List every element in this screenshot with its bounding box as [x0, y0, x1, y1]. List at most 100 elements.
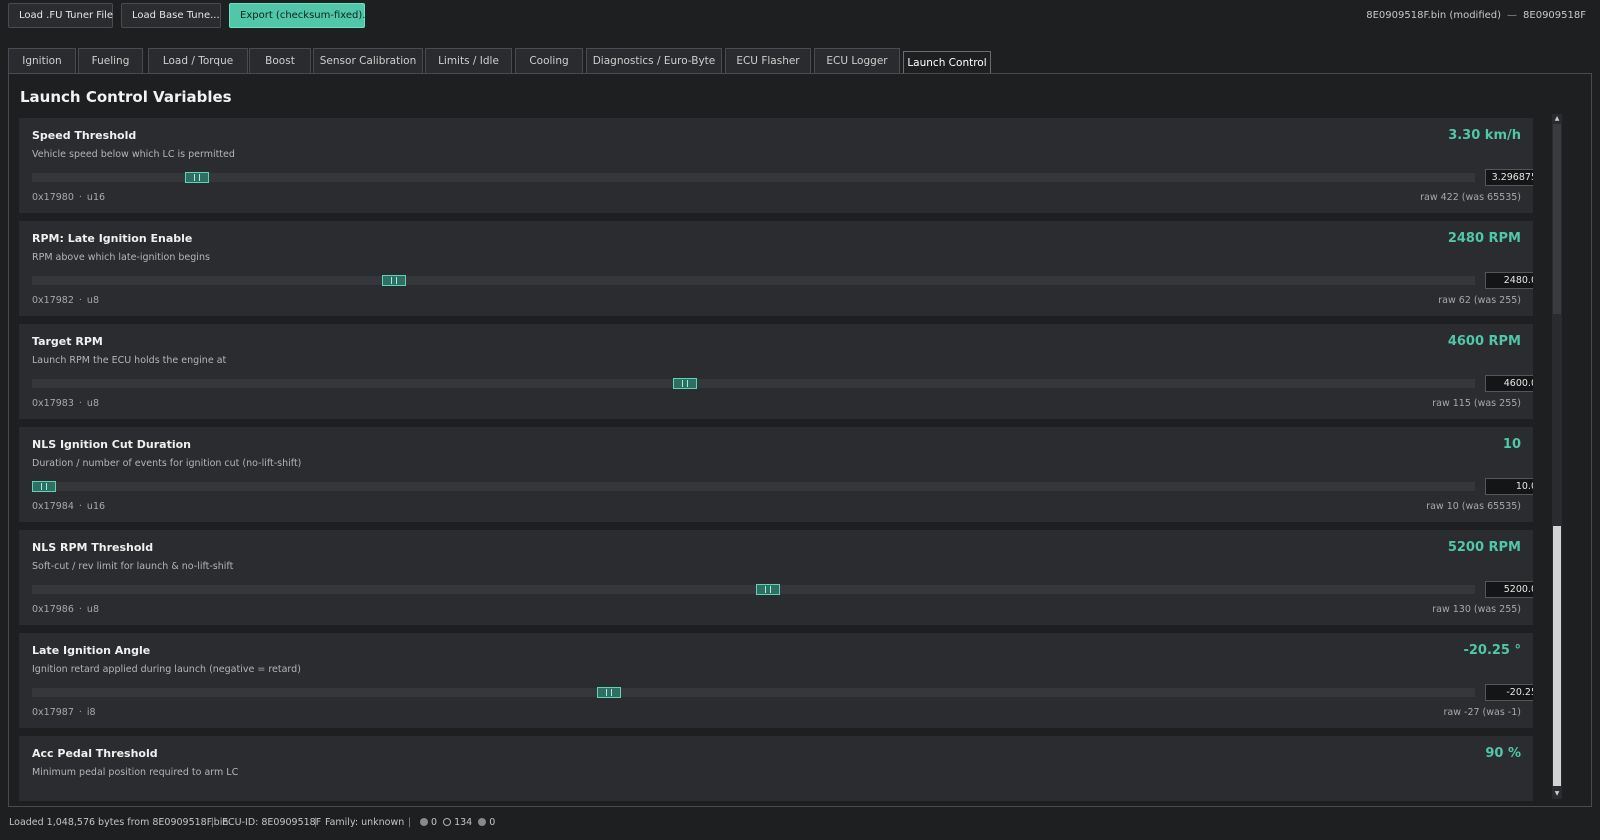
- slider-thumb[interactable]: [185, 172, 209, 183]
- address-value: 0x17980: [32, 192, 74, 203]
- variable-slider[interactable]: [32, 481, 1475, 492]
- tab-ecu-logger[interactable]: ECU Logger: [814, 48, 900, 74]
- variable-raw: raw 62 (was 255): [1438, 295, 1521, 306]
- tab-boost[interactable]: Boost: [249, 48, 311, 74]
- tab-cooling[interactable]: Cooling: [515, 48, 583, 74]
- variable-description: Soft-cut / rev limit for launch & no-lif…: [32, 561, 234, 572]
- status-ring-icon: [443, 818, 452, 826]
- variable-raw: raw 422 (was 65535): [1420, 192, 1521, 203]
- scroll-up-icon[interactable]: ▲: [1552, 114, 1562, 124]
- tab-ignition[interactable]: Ignition: [8, 48, 76, 74]
- variable-slider[interactable]: [32, 584, 1475, 595]
- status-separator: |: [408, 817, 412, 828]
- variable-title: Target RPM: [32, 335, 103, 348]
- variable-input[interactable]: [1486, 479, 1533, 494]
- variable-input[interactable]: [1486, 376, 1533, 391]
- slider-thumb[interactable]: [673, 378, 697, 389]
- variable-title: Acc Pedal Threshold: [32, 747, 158, 760]
- tab-load-torque[interactable]: Load / Torque: [148, 48, 248, 74]
- status-dot-icon: [478, 818, 487, 826]
- scrollbar-thumb[interactable]: [1553, 526, 1561, 786]
- variable-value: 90 %: [1485, 746, 1521, 761]
- tab-bar: Ignition Fueling Load / Torque Boost Sen…: [8, 46, 1592, 74]
- scroll-down-icon[interactable]: ▼: [1552, 789, 1562, 799]
- variable-address: 0x17984 · u16: [32, 501, 105, 512]
- variable-value: 2480 RPM: [1447, 231, 1521, 246]
- variable-address: 0x17980 · u16: [32, 192, 105, 203]
- variable-slider[interactable]: [32, 378, 1475, 389]
- address-value: 0x17984: [32, 501, 74, 512]
- variable-slider[interactable]: [32, 172, 1475, 183]
- variable-card-nls-rpm-threshold: NLS RPM Threshold Soft-cut / rev limit f…: [19, 530, 1533, 625]
- variable-description: Ignition retard applied during launch (n…: [32, 664, 301, 675]
- variable-title: Late Ignition Angle: [32, 644, 151, 657]
- window-file-title: 8E0909518F.bin (modified) — 8E0909518F: [1366, 10, 1586, 21]
- load-base-tune-button[interactable]: Load Base Tune...: [121, 3, 221, 28]
- type-value: u16: [86, 501, 106, 512]
- address-value: 0x17983: [32, 398, 74, 409]
- variable-value: 10: [1502, 437, 1521, 452]
- variable-spinbox: ▲ ▼: [1485, 581, 1533, 598]
- variable-raw: raw 10 (was 65535): [1426, 501, 1521, 512]
- variable-description: Minimum pedal position required to arm L…: [32, 767, 239, 778]
- variable-card-target-rpm: Target RPM Launch RPM the ECU holds the …: [19, 324, 1533, 419]
- slider-thumb[interactable]: [32, 481, 56, 492]
- variable-raw: raw -27 (was -1): [1443, 707, 1522, 718]
- variable-card-speed-threshold: Speed Threshold Vehicle speed below whic…: [19, 118, 1533, 213]
- tab-ecu-flasher[interactable]: ECU Flasher: [725, 48, 811, 74]
- scrollbar-track-upper[interactable]: [1553, 124, 1561, 314]
- status-loaded: Loaded 1,048,576 bytes from 8E0909518F.b…: [9, 817, 229, 828]
- type-value: u8: [86, 295, 99, 306]
- address-value: 0x17987: [32, 707, 74, 718]
- variable-input[interactable]: [1486, 273, 1533, 288]
- ecu-name: 8E0909518F: [1523, 10, 1586, 21]
- variable-slider[interactable]: [32, 275, 1475, 286]
- variable-input[interactable]: [1486, 685, 1533, 700]
- variable-title: RPM: Late Ignition Enable: [32, 232, 193, 245]
- variable-spinbox: ▲ ▼: [1485, 478, 1533, 495]
- status-bar: Loaded 1,048,576 bytes from 8E0909518F.b…: [0, 810, 1600, 840]
- tab-fueling[interactable]: Fueling: [78, 48, 143, 74]
- address-dot: ·: [78, 192, 82, 203]
- address-dot: ·: [78, 501, 82, 512]
- variable-raw: raw 130 (was 255): [1432, 604, 1521, 615]
- tab-sensor-calibration[interactable]: Sensor Calibration: [313, 48, 423, 74]
- address-dot: ·: [78, 604, 82, 615]
- variable-card-nls-ignition-cut-duration: NLS Ignition Cut Duration Duration / num…: [19, 427, 1533, 522]
- slider-thumb[interactable]: [597, 687, 621, 698]
- count-b: 134: [454, 817, 473, 828]
- variable-description: Launch RPM the ECU holds the engine at: [32, 355, 227, 366]
- status-counters: 0 134 0: [420, 817, 495, 828]
- export-button[interactable]: Export (checksum-fixed)...: [229, 3, 372, 28]
- status-separator: |: [211, 817, 215, 828]
- slider-thumb[interactable]: [756, 584, 780, 595]
- variable-input[interactable]: [1486, 582, 1533, 597]
- tab-launch-control[interactable]: Launch Control: [903, 51, 991, 74]
- count-c: 0: [489, 817, 496, 828]
- tab-diagnostics-euro-byte[interactable]: Diagnostics / Euro-Byte: [586, 48, 722, 74]
- variable-spinbox: ▲ ▼: [1485, 272, 1533, 289]
- status-separator: |: [314, 817, 318, 828]
- variable-input[interactable]: [1486, 170, 1533, 185]
- variable-title: NLS Ignition Cut Duration: [32, 438, 192, 451]
- variable-value: -20.25 °: [1463, 643, 1521, 658]
- vertical-scrollbar[interactable]: ▲ ▼: [1552, 114, 1562, 799]
- variable-spinbox: ▲ ▼: [1485, 684, 1533, 701]
- variable-address: 0x17983 · u8: [32, 398, 99, 409]
- slider-thumb[interactable]: [382, 275, 406, 286]
- variable-card-acc-pedal-threshold: Acc Pedal Threshold Minimum pedal positi…: [19, 736, 1533, 801]
- launch-control-panel: Launch Control Variables Speed Threshold…: [8, 73, 1592, 807]
- variable-description: Vehicle speed below which LC is permitte…: [32, 149, 235, 160]
- variable-raw: raw 115 (was 255): [1432, 398, 1521, 409]
- type-value: u8: [86, 604, 99, 615]
- variable-slider[interactable]: [32, 687, 1475, 698]
- variable-card-late-ignition-angle: Late Ignition Angle Ignition retard appl…: [19, 633, 1533, 728]
- variable-spinbox: ▲ ▼: [1485, 169, 1533, 186]
- variable-value: 3.30 km/h: [1448, 128, 1521, 143]
- variable-spinbox: ▲ ▼: [1485, 375, 1533, 392]
- address-dot: ·: [78, 295, 82, 306]
- load-fu-tuner-file-button[interactable]: Load .FU Tuner File: [8, 3, 113, 28]
- tab-limits-idle[interactable]: Limits / Idle: [425, 48, 512, 74]
- status-family: Family: unknown: [325, 817, 405, 828]
- type-value: i8: [86, 707, 96, 718]
